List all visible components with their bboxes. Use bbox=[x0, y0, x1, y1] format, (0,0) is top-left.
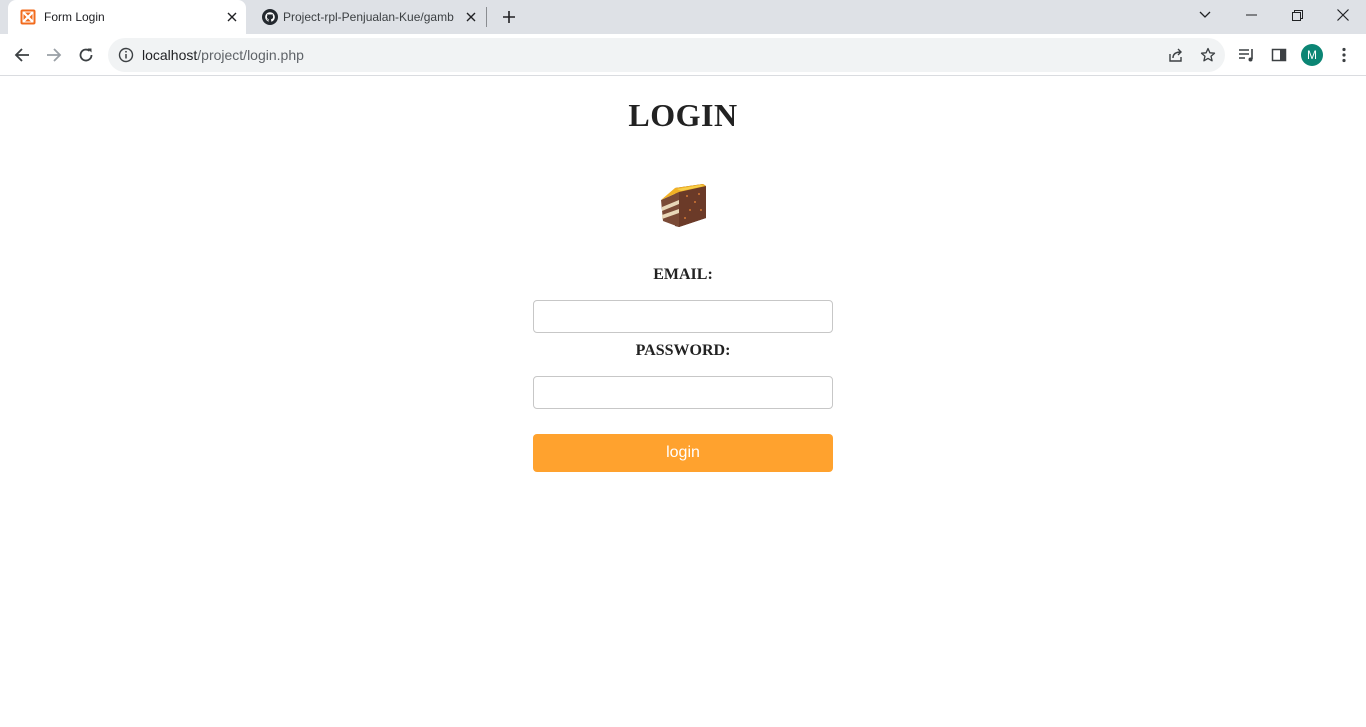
side-panel-button[interactable] bbox=[1269, 45, 1289, 65]
minimize-icon bbox=[1245, 14, 1257, 16]
forward-button[interactable] bbox=[42, 43, 66, 67]
share-icon bbox=[1169, 48, 1182, 62]
close-tab-icon[interactable] bbox=[463, 9, 479, 25]
back-arrow-icon bbox=[14, 48, 29, 62]
menu-button[interactable] bbox=[1334, 45, 1354, 65]
email-label: EMAIL: bbox=[653, 266, 713, 283]
address-bar[interactable]: localhost/project/login.php bbox=[108, 38, 1225, 72]
profile-avatar[interactable]: M bbox=[1301, 44, 1323, 66]
back-button[interactable] bbox=[10, 43, 34, 67]
forward-arrow-icon bbox=[47, 48, 62, 62]
restore-button[interactable] bbox=[1274, 0, 1320, 30]
tab-title: Project-rpl-Penjualan-Kue/gamb bbox=[283, 10, 454, 24]
github-icon bbox=[262, 9, 278, 25]
close-icon bbox=[1337, 9, 1349, 21]
password-label: PASSWORD: bbox=[635, 342, 731, 359]
close-window-button[interactable] bbox=[1320, 0, 1366, 30]
xampp-icon bbox=[20, 9, 36, 25]
bookmark-button[interactable] bbox=[1199, 46, 1217, 64]
url-host: localhost bbox=[142, 47, 198, 63]
tab-strip: Form Login Project-rpl-Penjualan-Kue/gam… bbox=[0, 0, 1366, 34]
password-field[interactable] bbox=[533, 376, 833, 409]
tab-form-login[interactable]: Form Login bbox=[8, 0, 246, 34]
info-icon[interactable] bbox=[118, 47, 134, 63]
star-icon bbox=[1200, 47, 1216, 62]
reload-icon bbox=[79, 48, 93, 62]
tab-github-project[interactable]: Project-rpl-Penjualan-Kue/gamb bbox=[250, 0, 486, 34]
tab-title: Form Login bbox=[44, 10, 105, 24]
kebab-menu-icon bbox=[1342, 47, 1346, 63]
cake-slice-icon bbox=[661, 184, 706, 227]
page-content: LOGIN EMAIL: PASSWORD: login bbox=[0, 77, 1366, 727]
side-panel-icon bbox=[1271, 48, 1287, 62]
login-button[interactable]: login bbox=[533, 434, 833, 472]
close-tab-icon[interactable] bbox=[224, 9, 240, 25]
plus-icon bbox=[503, 11, 515, 23]
browser-toolbar: localhost/project/login.php M bbox=[0, 34, 1366, 76]
url-text[interactable]: localhost/project/login.php bbox=[142, 47, 304, 63]
restore-icon bbox=[1291, 9, 1303, 21]
reload-button[interactable] bbox=[74, 43, 98, 67]
chevron-down-icon bbox=[1199, 11, 1211, 18]
share-button[interactable] bbox=[1167, 46, 1185, 64]
page-title: LOGIN bbox=[628, 97, 738, 133]
tab-search-button[interactable] bbox=[1182, 0, 1228, 30]
email-field[interactable] bbox=[533, 300, 833, 333]
tab-separator bbox=[486, 7, 487, 27]
minimize-button[interactable] bbox=[1228, 0, 1274, 30]
url-path: /project/login.php bbox=[197, 47, 304, 63]
reading-list-button[interactable] bbox=[1237, 45, 1257, 65]
new-tab-button[interactable] bbox=[499, 7, 519, 27]
media-list-icon bbox=[1239, 49, 1253, 62]
